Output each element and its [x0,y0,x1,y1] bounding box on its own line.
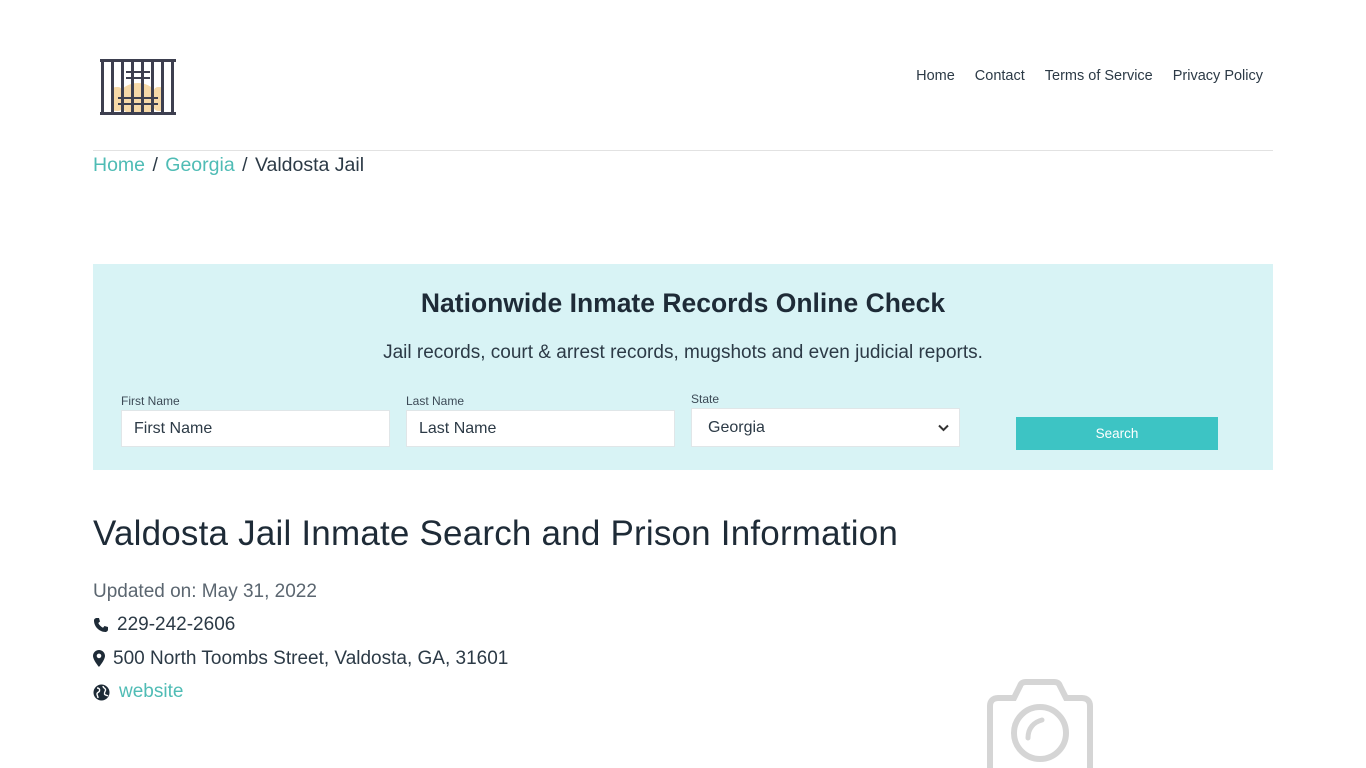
page-title: Valdosta Jail Inmate Search and Prison I… [93,514,899,553]
first-name-field-group: First Name [121,394,390,447]
camera-icon [987,679,1093,768]
address: 500 North Toombs Street, Valdosta, GA, 3… [113,647,509,669]
state-selected-value: Georgia [708,418,765,436]
search-panel-title: Nationwide Inmate Records Online Check [420,288,946,318]
breadcrumb-home[interactable]: Home [93,154,145,176]
map-marker-icon [93,650,109,668]
breadcrumb: Home / Georgia / Valdosta Jail [93,154,1273,177]
breadcrumb-georgia[interactable]: Georgia [165,154,234,176]
main-nav: Home Contact Terms of Service Privacy Po… [896,68,1263,84]
breadcrumb-separator: / [152,154,158,176]
globe-icon [93,684,115,701]
updated-date: Updated on: May 31, 2022 [93,580,317,602]
breadcrumb-separator: / [242,154,248,176]
nav-home[interactable]: Home [916,68,955,84]
site-header: Home Contact Terms of Service Privacy Po… [93,0,1273,151]
updated-row: Updated on: May 31, 2022 [93,575,1273,609]
breadcrumb-current: Valdosta Jail [254,154,365,176]
state-field-group: State Georgia [691,392,960,447]
last-name-field-group: Last Name [406,394,675,447]
nav-contact[interactable]: Contact [975,68,1025,84]
address-row: 500 North Toombs Street, Valdosta, GA, 3… [93,642,1273,676]
phone-row: 229-242-2606 [93,609,1273,643]
jail-bars-logo-icon[interactable] [98,57,178,117]
website-link[interactable]: website [119,681,183,703]
chevron-down-icon [938,424,949,431]
state-select[interactable]: Georgia [691,408,960,447]
phone-number: 229-242-2606 [117,614,236,636]
state-label: State [691,392,720,406]
website-row: website [93,676,1273,710]
facility-info: Updated on: May 31, 2022 229-242-2606 50… [93,575,1273,709]
last-name-input[interactable] [406,410,675,447]
inmate-search-panel: Nationwide Inmate Records Online Check J… [93,264,1273,470]
search-panel-subtitle: Jail records, court & arrest records, mu… [383,342,983,363]
search-button[interactable]: Search [1016,417,1218,450]
nav-privacy-policy[interactable]: Privacy Policy [1173,68,1263,84]
first-name-input[interactable] [121,410,390,447]
last-name-label: Last Name [406,394,465,408]
first-name-label: First Name [121,394,180,408]
nav-terms-of-service[interactable]: Terms of Service [1045,68,1153,84]
phone-icon [93,617,113,633]
